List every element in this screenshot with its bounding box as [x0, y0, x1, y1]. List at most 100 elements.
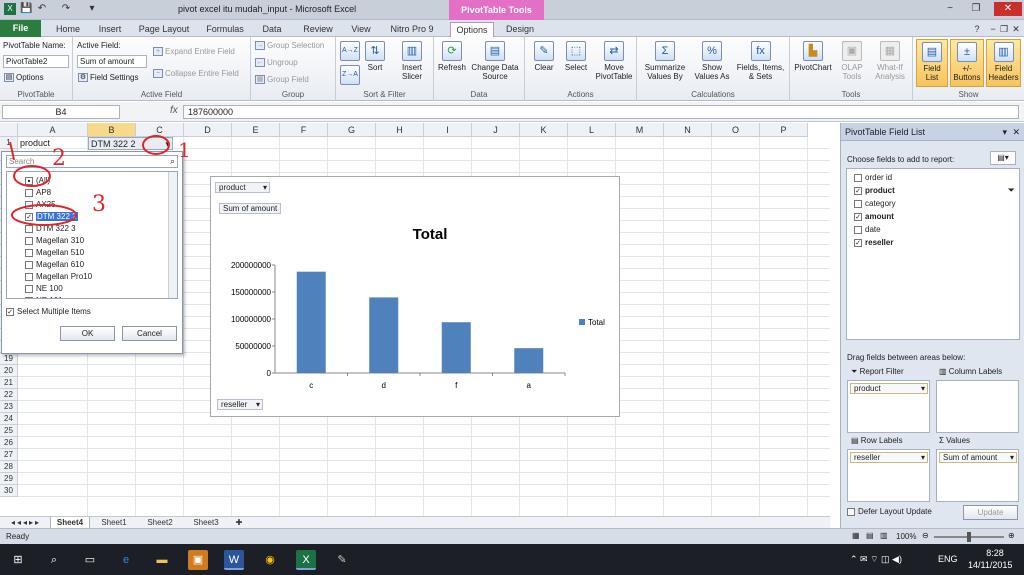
insert-slicer-button[interactable]: ▥ Insert Slicer	[394, 41, 430, 81]
word-icon[interactable]: W	[224, 550, 244, 570]
plus-minus-buttons[interactable]: ± +/- Buttons	[950, 39, 984, 87]
column-header-o[interactable]: O	[712, 123, 760, 137]
sort-az-button[interactable]: A→Z	[339, 41, 361, 63]
filter-item[interactable]: NE 100	[25, 284, 63, 293]
row-labels-chip[interactable]: reseller ▾	[850, 452, 928, 463]
filter-item[interactable]: ✓ DTM 322 2	[25, 212, 78, 221]
column-header-h[interactable]: H	[376, 123, 424, 137]
tab-view[interactable]: View	[344, 22, 378, 37]
row-header-28[interactable]: 28	[0, 461, 18, 473]
close-icon[interactable]: ✕	[994, 2, 1022, 16]
cell-b1[interactable]: DTM 322 2 ▾	[88, 137, 173, 150]
what-if-button[interactable]: ▦ What-If Analysis	[870, 41, 910, 81]
update-button[interactable]: Update	[963, 505, 1018, 520]
undo-icon[interactable]: ↶	[36, 3, 48, 15]
values-chip[interactable]: Sum of amount ▾	[939, 452, 1017, 463]
search-icon[interactable]: ⌕	[44, 550, 64, 570]
column-header-m[interactable]: M	[616, 123, 664, 137]
name-box[interactable]: B4	[2, 105, 120, 119]
tab-insert[interactable]: Insert	[90, 22, 130, 37]
tray-icons[interactable]: ⌃ ✉ ⌔ ◫ ◀)	[850, 554, 902, 565]
column-header-p[interactable]: P	[760, 123, 808, 137]
filter-scrollbar[interactable]	[168, 172, 177, 298]
select-multiple-checkbox[interactable]: ✓ Select Multiple Items	[6, 307, 91, 316]
row-header-26[interactable]: 26	[0, 437, 18, 449]
column-header-c[interactable]: C	[136, 123, 184, 137]
report-filter-area[interactable]: product ▾	[847, 380, 930, 433]
close-icon[interactable]: ✕	[1012, 123, 1020, 141]
filter-items-list[interactable]: (All) AP8 AX25 ✓ DTM 322 2 DTM 322 3 Magellan …	[6, 171, 178, 299]
app-icon[interactable]: ▣	[188, 550, 208, 570]
group-field-button[interactable]: ▦ Group Field	[255, 75, 309, 85]
tab-design[interactable]: Design	[500, 22, 540, 37]
row-header-1[interactable]: 1	[0, 137, 18, 149]
chrome-icon[interactable]: ◉	[260, 550, 280, 570]
report-filter-chip[interactable]: product ▾	[850, 383, 928, 394]
customize-qat-icon[interactable]: ▾	[86, 3, 98, 15]
ok-button[interactable]: OK	[60, 326, 115, 341]
column-header-b[interactable]: B	[88, 123, 136, 137]
summarize-values-button[interactable]: Σ Summarize Values By	[639, 41, 691, 81]
filter-icon[interactable]: ▾	[165, 138, 170, 150]
column-header-d[interactable]: D	[184, 123, 232, 137]
pivot-chart[interactable]: product ▾ Sum of amount reseller ▾ Total 0 5…	[210, 176, 620, 417]
show-values-as-button[interactable]: % Show Values As	[691, 41, 733, 81]
defer-layout-checkbox[interactable]: Defer Layout Update	[847, 507, 932, 516]
cancel-button[interactable]: Cancel	[122, 326, 177, 341]
excel-icon[interactable]: X	[4, 3, 16, 15]
ungroup-button[interactable]: ← Ungroup	[255, 58, 298, 68]
column-header-i[interactable]: I	[424, 123, 472, 137]
row-header-22[interactable]: 22	[0, 389, 18, 401]
filter-item[interactable]: Magellan Pro10	[25, 272, 92, 281]
row-header-30[interactable]: 30	[0, 485, 18, 497]
refresh-button[interactable]: ⟳ Refresh	[436, 41, 468, 72]
column-header-e[interactable]: E	[232, 123, 280, 137]
minimize-workbook-icon[interactable]: −	[988, 22, 998, 37]
select-button[interactable]: ⬚ Select	[561, 41, 591, 72]
redo-icon[interactable]: ↷	[60, 3, 72, 15]
column-header-f[interactable]: F	[280, 123, 328, 137]
paint-icon[interactable]: ✎	[332, 550, 352, 570]
fx-icon[interactable]: fx	[170, 105, 178, 116]
column-header-l[interactable]: L	[568, 123, 616, 137]
dropdown-icon[interactable]: ▾	[1002, 123, 1007, 141]
help-icon[interactable]: ?	[970, 22, 984, 37]
file-explorer-icon[interactable]: ▬	[152, 550, 172, 570]
options-button[interactable]: ▤ Options	[4, 73, 44, 83]
group-selection-button[interactable]: → Group Selection	[255, 41, 324, 51]
change-data-source-button[interactable]: ▤ Change Data Source	[468, 41, 522, 81]
row-header-29[interactable]: 29	[0, 473, 18, 485]
language-indicator[interactable]: ENG	[938, 554, 958, 564]
minimize-icon[interactable]: −	[940, 2, 960, 16]
filter-search-box[interactable]: Search ⌕	[6, 155, 178, 168]
save-icon[interactable]: 💾	[20, 3, 32, 15]
row-header-27[interactable]: 27	[0, 449, 18, 461]
tab-file[interactable]: File	[0, 20, 41, 37]
row-header-24[interactable]: 24	[0, 413, 18, 425]
column-header-g[interactable]: G	[328, 123, 376, 137]
zoom-out-icon[interactable]: ⊖	[922, 531, 929, 540]
column-labels-area[interactable]	[936, 380, 1019, 433]
sort-button[interactable]: ⇅ Sort	[362, 41, 388, 72]
tab-formulas[interactable]: Formulas	[200, 22, 250, 37]
tab-data[interactable]: Data	[254, 22, 290, 37]
zoom-in-icon[interactable]: ⊕	[1008, 531, 1015, 540]
select-all[interactable]	[0, 123, 18, 137]
tab-page-layout[interactable]: Page Layout	[134, 22, 194, 37]
filter-item[interactable]: (All)	[25, 176, 50, 185]
filter-item[interactable]: NE 101	[25, 296, 63, 298]
column-header-k[interactable]: K	[520, 123, 568, 137]
clock-date[interactable]: 14/11/2015	[968, 560, 1012, 570]
field-item[interactable]: ✓ amount	[854, 212, 894, 221]
zoom-thumb[interactable]	[967, 532, 971, 542]
olap-tools-button[interactable]: ▣ OLAP Tools	[834, 41, 870, 81]
clear-button[interactable]: ✎ Clear	[529, 41, 559, 72]
row-header-20[interactable]: 20	[0, 365, 18, 377]
field-item[interactable]: ✓ product	[854, 186, 895, 195]
filter-item[interactable]: Magellan 510	[25, 248, 84, 257]
layout-icon[interactable]: ▤▾	[990, 151, 1016, 165]
column-header-j[interactable]: J	[472, 123, 520, 137]
tab-home[interactable]: Home	[48, 22, 88, 37]
values-area[interactable]: Sum of amount ▾	[936, 449, 1019, 502]
cell-a1[interactable]: product	[20, 138, 50, 148]
